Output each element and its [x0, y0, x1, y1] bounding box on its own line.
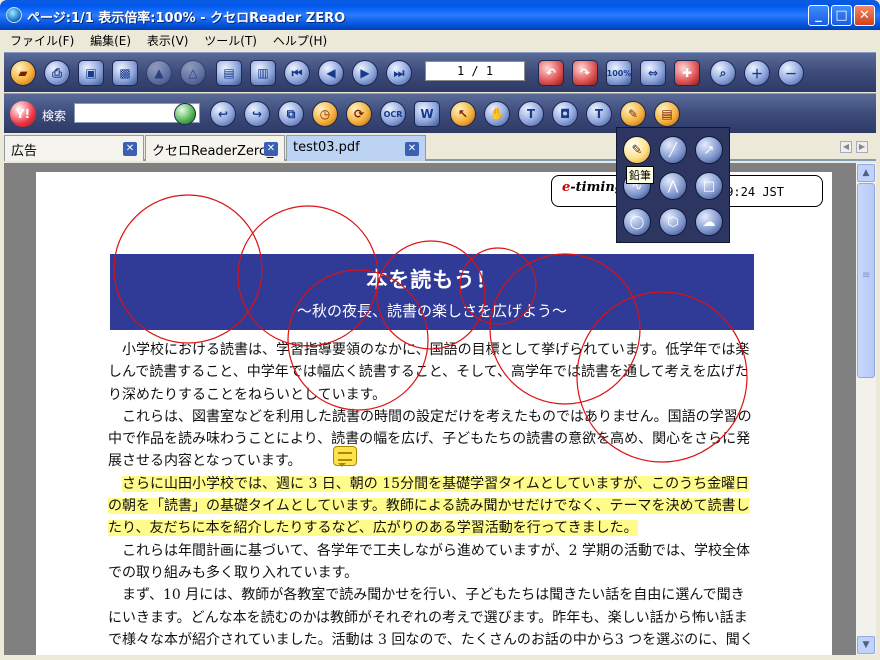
tab-scroll-right-icon[interactable]: ▶ [856, 141, 868, 153]
fit-page-icon[interactable]: ✚ [674, 60, 700, 86]
banner-title: 本を読もう！ [366, 268, 498, 292]
continuous-page-icon[interactable]: ▥ [250, 60, 276, 86]
zoom-out-icon[interactable]: － [778, 60, 804, 86]
scroll-up-icon[interactable]: ▲ [857, 164, 875, 182]
document-tab-bar: 広告 ✕ クセロReaderZero_l ✕ test03.pdf ✕ ◀ ▶ [4, 133, 876, 161]
refresh-icon[interactable]: ⟳ [346, 101, 372, 127]
menu-tools[interactable]: ツール(T) [198, 30, 263, 51]
find-pages-icon[interactable]: ⧉ [278, 101, 304, 127]
last-page-icon[interactable]: ⏭ [386, 60, 412, 86]
paragraph: これらは年間計画に基づいて、各学年で工夫しながら進めていますが、2 学期の活動で… [108, 542, 750, 581]
text-select-icon[interactable]: T [518, 101, 544, 127]
first-page-icon[interactable]: ⏮ [284, 60, 310, 86]
rotate-right-icon[interactable]: ↷ [572, 60, 598, 86]
tab-ad[interactable]: 広告 ✕ [4, 135, 144, 161]
polygon-tool-icon[interactable]: ⬡ [659, 208, 687, 236]
tab-label: クセロReaderZero_l [152, 144, 278, 159]
window-title: ページ:1/1 表示倍率:100% - クセロReader ZERO [27, 11, 346, 26]
tab-crosscorero[interactable]: クセロReaderZero_l ✕ [145, 135, 285, 161]
highlight-annotation[interactable]: さらに山田小学校では、週に 3 日、朝の 15分間を基礎学習タイムとしていますが… [108, 475, 750, 537]
tab-test03[interactable]: test03.pdf ✕ [286, 135, 426, 161]
paragraph: 小学校における読書は、学習指導要領のなかに、国語の目標として挙げられています。低… [108, 342, 750, 403]
maximize-button[interactable]: □ [831, 5, 852, 26]
close-button[interactable]: ✕ [854, 5, 875, 26]
scroll-down-icon[interactable]: ▼ [857, 636, 875, 654]
cloud-tool-icon[interactable]: ☁ [695, 208, 723, 236]
page-number-field[interactable] [425, 61, 525, 81]
lock-icon[interactable]: ▲ [146, 60, 172, 86]
select-arrow-icon[interactable]: ↖ [450, 101, 476, 127]
tab-close-icon[interactable]: ✕ [264, 142, 278, 156]
document-banner: 本を読もう！ ～秋の夜長、読書の楽しさを広げよう～ [110, 254, 754, 330]
menu-view[interactable]: 表示(V) [141, 30, 195, 51]
ocr-icon[interactable]: OCR [380, 101, 406, 127]
save-as-icon[interactable]: ▩ [112, 60, 138, 86]
actual-size-icon[interactable]: 100% [606, 60, 632, 86]
document-body: 小学校における読書は、学習指導要領のなかに、国語の目標として挙げられています。低… [108, 339, 756, 651]
title-bar[interactable]: ページ:1/1 表示倍率:100% - クセロReader ZERO _ □ ✕ [0, 0, 880, 30]
highlighted-paragraph: さらに山田小学校では、週に 3 日、朝の 15分間を基礎学習タイムとしていますが… [108, 473, 756, 540]
secondary-toolbar: Y! 検索 ↩ ↪ ⧉ ◷ ⟳ OCR W ↖ ✋ T ◘ T ✎ ▤ [4, 93, 876, 133]
snapshot-camera-icon[interactable]: ◘ [552, 101, 578, 127]
rotate-left-icon[interactable]: ↶ [538, 60, 564, 86]
zoom-in-icon[interactable]: ＋ [744, 60, 770, 86]
search-label: 検索 [42, 109, 67, 123]
paragraph: まず、10 月には、教師が各教室で読み聞かせを行い、子どもたちは聞きたい話を自由… [108, 587, 754, 648]
banner-subtitle: ～秋の夜長、読書の楽しさを広げよう～ [296, 302, 567, 320]
tab-close-icon[interactable]: ✕ [123, 142, 137, 156]
line-tool-icon[interactable]: ╱ [659, 136, 687, 164]
previous-page-icon[interactable]: ◀ [318, 60, 344, 86]
polyline-tool-icon[interactable]: ⋀ [659, 172, 687, 200]
unlock-icon[interactable]: △ [180, 60, 206, 86]
pdf-page[interactable]: e-timing 9:24 JST 本を読もう！ ～秋の夜長、読書の楽しさを広げ… [36, 172, 832, 655]
shape-palette: ✎ ╱ ↗ ∿ ⋀ □ ◯ ⬡ ☁ [616, 127, 730, 243]
menu-help[interactable]: ヘルプ(H) [267, 30, 333, 51]
word-export-icon[interactable]: W [414, 101, 440, 127]
pencil-tooltip: 鉛筆 [626, 166, 654, 184]
menu-edit[interactable]: 編集(E) [84, 30, 137, 51]
print-icon[interactable]: ⎙ [44, 60, 70, 86]
typewriter-icon[interactable]: T [586, 101, 612, 127]
menu-file[interactable]: ファイル(F) [4, 30, 80, 51]
pencil-tool-icon[interactable]: ✎ [623, 136, 651, 164]
ellipse-tool-icon[interactable]: ◯ [623, 208, 651, 236]
find-previous-icon[interactable]: ↩ [210, 101, 236, 127]
find-next-icon[interactable]: ↪ [244, 101, 270, 127]
pencil-annotation-icon[interactable]: ✎ [620, 101, 646, 127]
web-search-icon[interactable] [174, 103, 196, 125]
paragraph: これらは、図書室などを利用した読書の時間の設定だけを考えたものではありません。国… [108, 408, 752, 470]
menu-bar: ファイル(F) 編集(E) 表示(V) ツール(T) ヘルプ(H) [4, 30, 876, 49]
history-icon[interactable]: ◷ [312, 101, 338, 127]
rectangle-tool-icon[interactable]: □ [695, 172, 723, 200]
vertical-scrollbar[interactable]: ▲ ▼ [856, 163, 876, 655]
open-folder-icon[interactable]: ▰ [10, 60, 36, 86]
tab-label: 広告 [11, 144, 38, 159]
main-toolbar: ▰ ⎙ ▣ ▩ ▲ △ ▤ ▥ ⏮ ◀ ▶ ⏭ ↶ ↷ 100% ⇔ ✚ ⌕ ＋… [4, 52, 876, 92]
fit-width-icon[interactable]: ⇔ [640, 60, 666, 86]
scroll-thumb[interactable] [857, 183, 875, 378]
arrow-tool-icon[interactable]: ↗ [695, 136, 723, 164]
timestamp-time: 9:24 JST [726, 185, 784, 199]
tab-close-icon[interactable]: ✕ [405, 142, 419, 156]
hand-tool-icon[interactable]: ✋ [484, 101, 510, 127]
zoom-tool-icon[interactable]: ⌕ [710, 60, 736, 86]
tab-label: test03.pdf [293, 140, 360, 155]
minimize-button[interactable]: _ [808, 5, 829, 26]
tab-scroll-left-icon[interactable]: ◀ [840, 141, 852, 153]
comment-note-icon[interactable] [333, 446, 357, 467]
next-page-icon[interactable]: ▶ [352, 60, 378, 86]
save-icon[interactable]: ▣ [78, 60, 104, 86]
app-icon[interactable] [6, 7, 22, 23]
yahoo-search-icon[interactable]: Y! [10, 101, 36, 127]
single-page-icon[interactable]: ▤ [216, 60, 242, 86]
stamp-icon[interactable]: ▤ [654, 101, 680, 127]
e-timing-logo: e-timing [562, 180, 624, 195]
